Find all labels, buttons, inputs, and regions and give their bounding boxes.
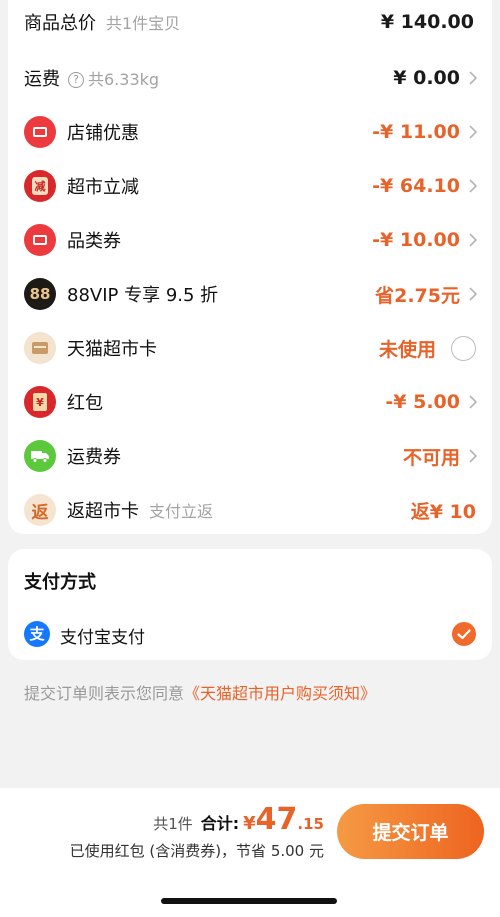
market-reduce-row[interactable]: 减 超市立减 -¥ 64.10 (8, 166, 492, 206)
total-label: 合计: (200, 814, 240, 833)
total-line: 共1件 合计: ¥ 47 .15 (153, 802, 324, 837)
submit-order-button[interactable]: 提交订单 (337, 804, 484, 859)
items-total-label: 商品总价 共1件宝贝 (24, 9, 180, 35)
chevron-right-icon (469, 395, 478, 409)
truck-icon (24, 440, 56, 472)
vip-discount-label: 88VIP 专享 9.5 折 (67, 285, 219, 306)
red-packet-row[interactable]: ¥ 红包 -¥ 5.00 (8, 382, 492, 422)
category-coupon-row[interactable]: 品类券 -¥ 10.00 (8, 220, 492, 260)
store-discount-label: 店铺优惠 (67, 123, 139, 144)
order-summary-card: 商品总价 共1件宝贝 ¥ 140.00 运费? 共6.33kg ¥ 0.00 店铺优… (8, 0, 492, 534)
items-total-value: ¥ 140.00 (380, 11, 474, 33)
88vip-icon: 88 (24, 278, 56, 310)
alipay-label[interactable]: 支付宝支付 (60, 623, 145, 648)
reduce-icon: 减 (24, 170, 56, 202)
savings-text: 已使用红包 (含消费券)，节省 5.00 元 (69, 842, 324, 860)
shipping-label: 运费? 共6.33kg (24, 65, 159, 91)
store-discount-value: -¥ 11.00 (372, 121, 460, 143)
shipping-coupon-row[interactable]: 运费券 不可用 (8, 436, 492, 476)
rebate-card-row: 返 返超市卡 支付立返 返¥ 10 (8, 490, 492, 530)
checkout-bar: 共1件 合计: ¥ 47 .15 已使用红包 (含消费券)，节省 5.00 元 … (0, 788, 500, 917)
currency-symbol: ¥ (243, 813, 256, 834)
home-indicator[interactable] (161, 898, 337, 904)
agreement-prefix: 提交订单则表示您同意 (24, 684, 185, 703)
question-circle-icon[interactable]: ? (68, 72, 84, 88)
market-card-row[interactable]: 天猫超市卡 未使用 (8, 328, 492, 368)
red-packet-icon-char: ¥ (33, 393, 47, 411)
card-icon (24, 332, 56, 364)
check-circle-icon[interactable] (452, 622, 476, 646)
shipping-text: 运费 (24, 69, 60, 90)
red-packet-value: -¥ 5.00 (385, 391, 460, 413)
ticket-icon (24, 224, 56, 256)
items-count-text: 共1件宝贝 (106, 14, 181, 33)
shipping-row[interactable]: 运费? 共6.33kg ¥ 0.00 (8, 58, 492, 98)
agreement-text: 提交订单则表示您同意《天猫超市用户购买须知》 (24, 680, 376, 704)
market-card-value: 未使用 (378, 338, 436, 361)
payment-method-card: 支付方式 支 支付宝支付 (8, 549, 492, 660)
agreement-link[interactable]: 《天猫超市用户购买须知》 (184, 684, 376, 703)
chevron-right-icon (469, 125, 478, 139)
chevron-right-icon (469, 287, 478, 301)
market-reduce-label: 超市立减 (67, 177, 139, 198)
category-coupon-label: 品类券 (67, 231, 121, 252)
chevron-right-icon (469, 233, 478, 247)
ticket-icon (24, 116, 56, 148)
items-total-row: 商品总价 共1件宝贝 ¥ 140.00 (8, 2, 492, 42)
payment-method-title: 支付方式 (24, 572, 96, 593)
vip-discount-value: 省2.75元 (375, 284, 460, 307)
red-packet-icon: ¥ (24, 386, 56, 418)
shipping-coupon-value: 不可用 (402, 446, 460, 469)
vip-discount-row[interactable]: 88 88VIP 专享 9.5 折 省2.75元 (8, 274, 492, 314)
market-card-radio[interactable] (451, 335, 476, 361)
reduce-icon-char: 减 (32, 177, 48, 195)
market-card-label: 天猫超市卡 (67, 339, 157, 360)
rebate-card-value: 返¥ 10 (410, 500, 476, 523)
rebate-icon: 返 (24, 494, 56, 526)
chevron-right-icon (469, 179, 478, 193)
category-coupon-value: -¥ 10.00 (372, 229, 460, 251)
rebate-card-sub: 支付立返 (149, 502, 214, 521)
red-packet-label: 红包 (67, 393, 103, 414)
item-count: 共1件 (153, 815, 193, 833)
shipping-coupon-label: 运费券 (67, 447, 121, 468)
chevron-right-icon (469, 449, 478, 463)
shipping-weight-text: 共6.33kg (88, 70, 160, 89)
alipay-icon: 支 (24, 621, 50, 647)
total-amount-integer: 47 (255, 802, 298, 837)
shipping-value: ¥ 0.00 (393, 67, 460, 89)
rebate-card-text: 返超市卡 (67, 501, 139, 522)
items-total-text: 商品总价 (24, 13, 96, 34)
store-discount-row[interactable]: 店铺优惠 -¥ 11.00 (8, 112, 492, 152)
chevron-right-icon (469, 71, 478, 85)
market-reduce-value: -¥ 64.10 (372, 175, 460, 197)
total-amount-decimal: .15 (297, 815, 324, 833)
rebate-card-label: 返超市卡 支付立返 (67, 497, 213, 523)
